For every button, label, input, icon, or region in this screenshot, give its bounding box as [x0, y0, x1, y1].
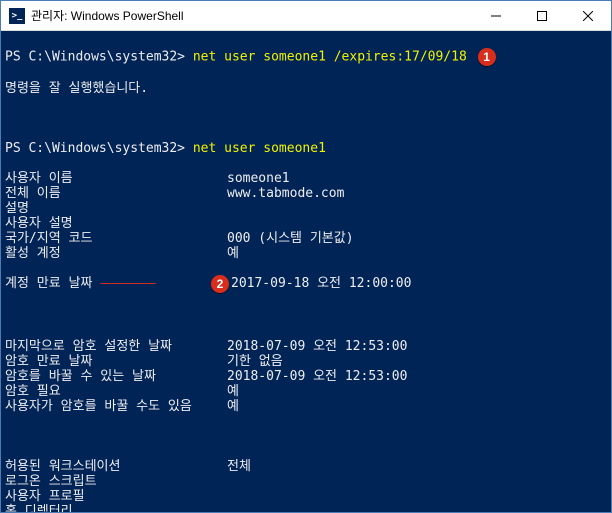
field-label: 설명: [5, 201, 227, 216]
minimize-icon: [491, 11, 501, 21]
field-row: 전체 이름www.tabmode.com: [5, 186, 607, 201]
close-button[interactable]: [565, 1, 611, 30]
field-value: www.tabmode.com: [227, 186, 344, 201]
prompt-text: PS C:\Windows\system32>: [5, 50, 185, 65]
field-label: 전체 이름: [5, 186, 227, 201]
field-label: 사용자가 암호를 바꿀 수도 있음: [5, 399, 227, 414]
field-row: 사용자가 암호를 바꿀 수도 있음예: [5, 399, 607, 414]
field-row: 국가/지역 코드000 (시스템 기본값): [5, 231, 607, 246]
prompt-text: PS C:\Windows\system32>: [5, 141, 185, 156]
annotation-marker-2: 2: [211, 275, 229, 293]
window-controls: [473, 1, 611, 30]
field-label: 암호를 바꿀 수 있는 날짜: [5, 369, 227, 384]
terminal-output[interactable]: PS C:\Windows\system32> net user someone…: [1, 31, 611, 512]
field-value: 기한 없음: [227, 354, 283, 369]
field-row: 사용자 이름someone1: [5, 171, 607, 186]
field-label: 로그온 스크립트: [5, 474, 227, 489]
field-value: 예: [227, 384, 239, 399]
annotation-marker-1: 1: [478, 48, 496, 66]
field-row: 설명: [5, 201, 607, 216]
command-text: net user someone1: [193, 141, 326, 156]
powershell-icon: >_: [9, 8, 25, 24]
close-icon: [583, 11, 593, 21]
output-line: 명령을 잘 실행했습니다.: [5, 81, 607, 96]
annotation-line: ————————: [100, 276, 155, 291]
field-value: 전체: [227, 459, 251, 474]
field-row: 홈 디렉터리: [5, 504, 607, 512]
window-title: 관리자: Windows PowerShell: [25, 7, 473, 24]
field-row: 사용자 설명: [5, 216, 607, 231]
field-label: 국가/지역 코드: [5, 231, 227, 246]
field-label: 암호 만료 날짜: [5, 354, 227, 369]
field-value: 2018-07-09 오전 12:53:00: [227, 339, 407, 354]
minimize-button[interactable]: [473, 1, 519, 30]
field-label: 홈 디렉터리: [5, 504, 227, 512]
field-value: 000 (시스템 기본값): [227, 231, 354, 246]
field-value: someone1: [227, 171, 290, 186]
titlebar: >_ 관리자: Windows PowerShell: [1, 1, 611, 31]
field-row: 마지막으로 암호 설정한 날짜2018-07-09 오전 12:53:00: [5, 339, 607, 354]
field-row: 암호 만료 날짜기한 없음: [5, 354, 607, 369]
maximize-icon: [537, 11, 547, 21]
command-text: net user someone1 /expires:17/09/18: [193, 50, 467, 65]
field-label: 활성 계정: [5, 246, 227, 261]
field-label: 사용자 프로필: [5, 489, 227, 504]
field-value: 예: [227, 246, 239, 261]
field-label: 암호 필요: [5, 384, 227, 399]
field-row: 허용된 워크스테이션전체: [5, 459, 607, 474]
field-label: 허용된 워크스테이션: [5, 459, 227, 474]
maximize-button[interactable]: [519, 1, 565, 30]
field-label: 사용자 설명: [5, 216, 227, 231]
field-row: 로그온 스크립트: [5, 474, 607, 489]
field-row: 암호를 바꿀 수 있는 날짜2018-07-09 오전 12:53:00: [5, 369, 607, 384]
field-value: 예: [227, 399, 239, 414]
field-label: 계정 만료 날짜 ————————: [5, 276, 227, 294]
field-label: 마지막으로 암호 설정한 날짜: [5, 339, 227, 354]
field-row: 활성 계정예: [5, 246, 607, 261]
field-row: 암호 필요예: [5, 384, 607, 399]
field-value: 2017-09-18 오전 12:00:00: [231, 276, 411, 294]
field-label: 사용자 이름: [5, 171, 227, 186]
field-row: 사용자 프로필: [5, 489, 607, 504]
field-value: 2018-07-09 오전 12:53:00: [227, 369, 407, 384]
